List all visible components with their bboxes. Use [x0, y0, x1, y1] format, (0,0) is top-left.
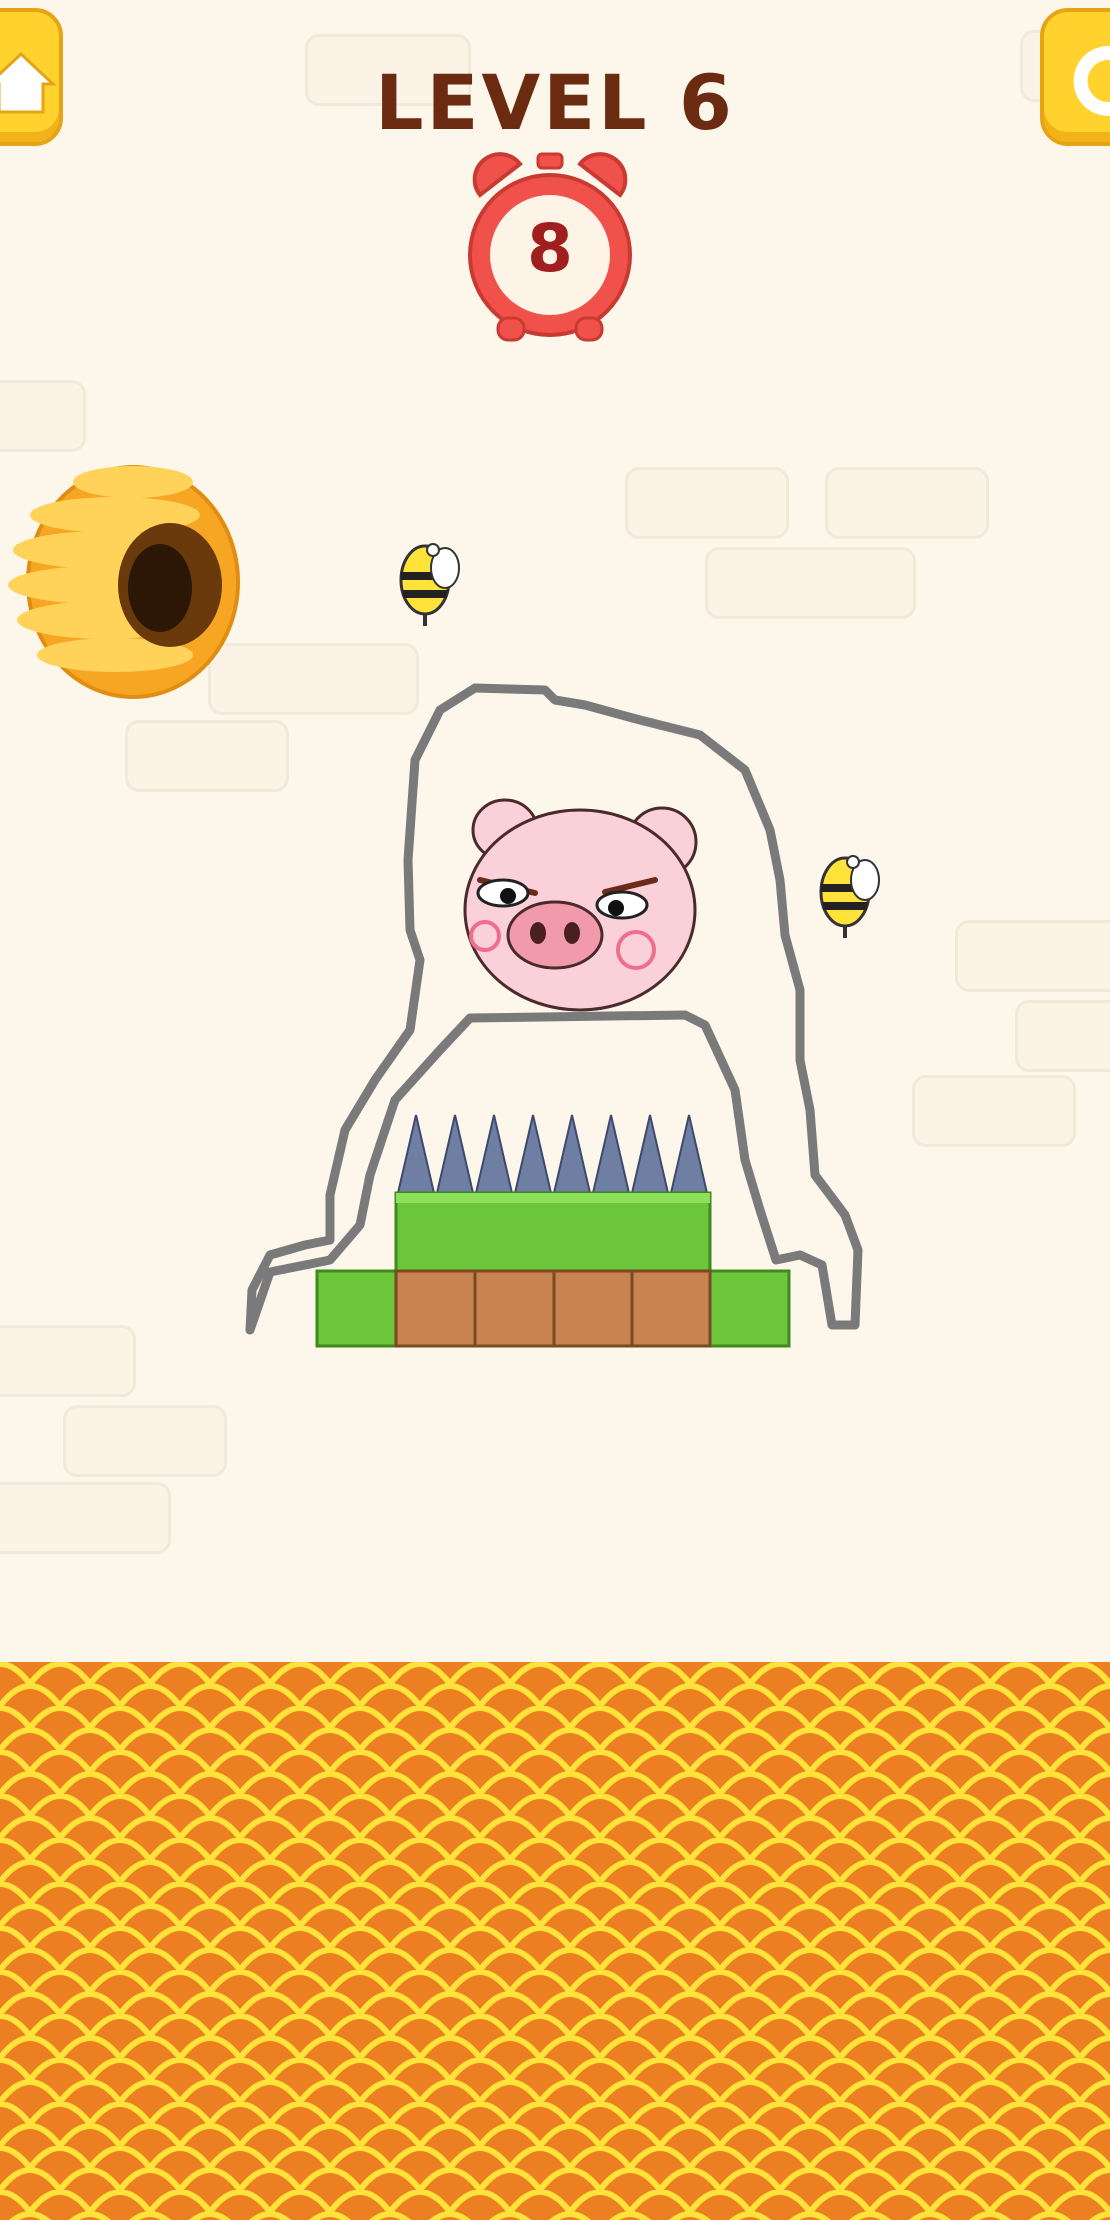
lava-pool	[0, 1662, 1110, 2220]
bee	[819, 855, 880, 938]
bee	[399, 543, 460, 626]
beehive	[8, 465, 240, 699]
ground-platform	[315, 1191, 791, 1348]
pig	[463, 798, 698, 1012]
spikes	[396, 1114, 709, 1194]
